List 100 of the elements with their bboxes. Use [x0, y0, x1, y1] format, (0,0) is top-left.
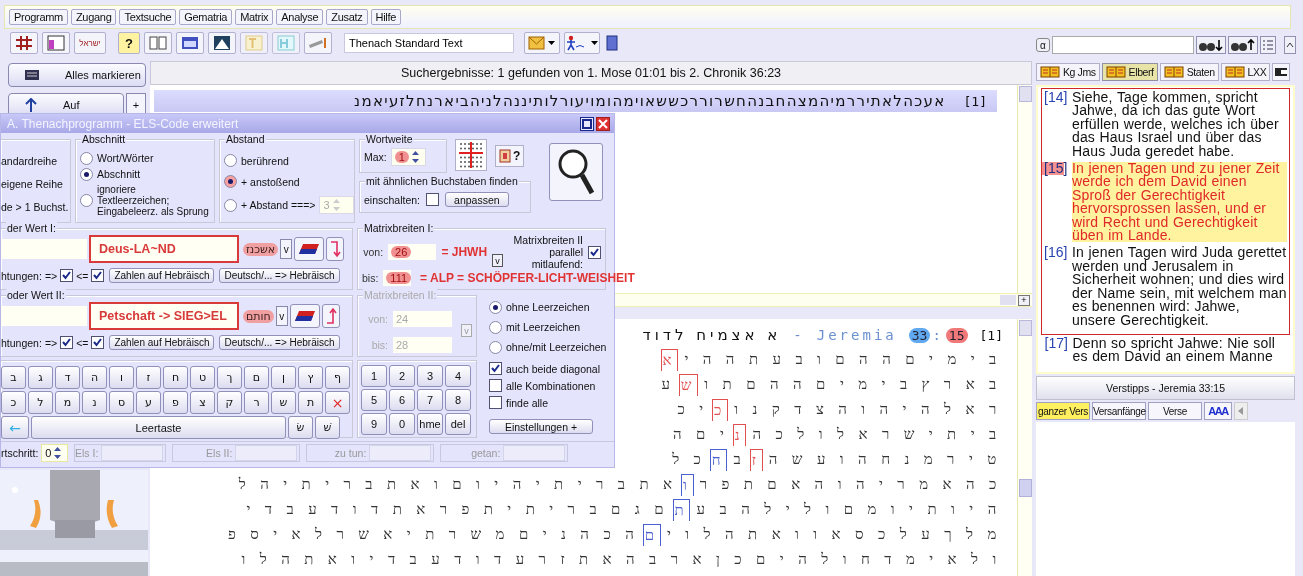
adjust-button[interactable]: anpassen	[445, 192, 509, 207]
order-option[interactable]: de > 1 Buchst.	[1, 200, 66, 213]
radio-button[interactable]	[224, 154, 237, 167]
key-button[interactable]: ס	[109, 391, 134, 414]
key-button[interactable]: שׂ	[288, 416, 313, 439]
key-button[interactable]: ז	[136, 366, 161, 389]
key-button[interactable]: ק	[217, 391, 242, 414]
person-dropdown-icon[interactable]	[564, 32, 600, 54]
menu-item[interactable]: Hilfe	[370, 9, 402, 25]
key-button[interactable]: ם	[244, 366, 269, 389]
arrow-up-icon[interactable]	[321, 304, 340, 328]
arrow-down-icon[interactable]	[326, 237, 345, 261]
convert-button[interactable]: Deutsch/... => Hebräisch	[219, 335, 340, 350]
radio-button[interactable]	[489, 320, 502, 334]
scrollbar[interactable]	[1000, 295, 1016, 305]
list-icon[interactable]	[1260, 36, 1276, 54]
find-up-icon[interactable]	[1228, 36, 1258, 54]
number-key[interactable]: 6	[389, 389, 415, 411]
checkbox[interactable]	[588, 245, 601, 259]
checkbox[interactable]	[60, 269, 74, 282]
text-source-field[interactable]: Thenach Standard Text	[344, 33, 514, 53]
window-icon[interactable]	[42, 32, 70, 54]
telescope-icon[interactable]	[304, 32, 332, 54]
search-field[interactable]	[1052, 36, 1194, 54]
tip-button[interactable]: Verse	[1148, 402, 1202, 420]
settings-button[interactable]: Einstellungen +	[489, 419, 593, 434]
maximize-button[interactable]	[580, 116, 594, 131]
eraser-icon[interactable]	[289, 304, 320, 328]
checkbox[interactable]	[489, 362, 502, 375]
number-key[interactable]: 3	[417, 365, 443, 387]
convert-button[interactable]: Zahlen auf Hebräisch	[109, 268, 215, 283]
radio-button[interactable]	[80, 193, 93, 207]
checkbox[interactable]	[489, 379, 502, 392]
menu-item[interactable]: Programm	[9, 9, 68, 25]
checkbox[interactable]	[489, 396, 502, 409]
key-button[interactable]: ה	[82, 366, 107, 389]
to-field[interactable]: 111	[383, 270, 412, 286]
key-button[interactable]: שׁ	[315, 416, 340, 439]
radio-button[interactable]	[224, 175, 237, 188]
key-button[interactable]: ב	[1, 366, 26, 389]
number-key[interactable]: 1	[361, 365, 387, 387]
from-field[interactable]: 26	[388, 244, 437, 260]
number-key[interactable]: 0	[389, 413, 415, 435]
collapse-icon[interactable]	[1284, 36, 1296, 54]
radio-button[interactable]	[489, 340, 502, 354]
close-button[interactable]	[596, 116, 610, 131]
bible-tab[interactable]: Elberf	[1101, 63, 1158, 81]
mail-dropdown-icon[interactable]	[524, 32, 560, 54]
key-button[interactable]: ג	[28, 366, 53, 389]
grid-tool-icon[interactable]	[10, 32, 38, 54]
bible-tab[interactable]: Staten	[1159, 63, 1219, 81]
number-key[interactable]: del	[445, 413, 471, 435]
value-field[interactable]	[1, 239, 87, 259]
radio-button[interactable]	[80, 167, 93, 181]
alpha-button[interactable]: α	[1036, 38, 1050, 52]
hebrew-button[interactable]: ישראל	[74, 32, 106, 54]
checkbox[interactable]	[91, 336, 105, 349]
key-button[interactable]: ך	[217, 366, 242, 389]
order-option[interactable]: eigene Reihe	[1, 178, 66, 190]
convert-button[interactable]: Deutsch/... => Hebräisch	[219, 268, 340, 283]
dropdown-button[interactable]: v	[280, 239, 293, 259]
bible-tab[interactable]: LXX	[1220, 63, 1271, 81]
key-button[interactable]: פ	[163, 391, 188, 414]
select-all-button[interactable]: Alles markieren	[8, 63, 146, 87]
checkbox[interactable]	[91, 269, 105, 282]
key-button[interactable]: ט	[190, 366, 215, 389]
key-button[interactable]: ר	[244, 391, 269, 414]
expand-button[interactable]: +	[1018, 294, 1030, 306]
tip-button[interactable]: ganzer Vers	[1036, 402, 1090, 420]
number-key[interactable]: hme	[417, 413, 443, 435]
radio-button[interactable]	[224, 198, 237, 212]
key-button[interactable]: ש	[271, 391, 296, 414]
search-button[interactable]	[549, 143, 603, 201]
matrix-grid-icon[interactable]	[455, 139, 487, 171]
number-key[interactable]: 2	[389, 365, 415, 387]
number-key[interactable]: 4	[445, 365, 471, 387]
menu-item[interactable]: Gematria	[179, 9, 233, 25]
menu-item[interactable]: Matrix	[235, 9, 274, 25]
tip-button[interactable]: Versanfänge	[1092, 402, 1146, 420]
checkbox[interactable]	[60, 336, 74, 349]
key-button[interactable]: ף	[325, 366, 350, 389]
menu-item[interactable]: Zugang	[70, 9, 117, 25]
step-spinner[interactable]: 0	[41, 444, 69, 462]
dropdown-button[interactable]: v	[275, 306, 288, 326]
order-option[interactable]: andardreihe	[1, 155, 66, 168]
max-spinner[interactable]: 1	[390, 148, 426, 166]
key-button[interactable]: ×	[325, 391, 350, 414]
help-button[interactable]: ?	[118, 32, 140, 54]
radio-button[interactable]	[80, 151, 93, 165]
checkbox[interactable]	[426, 193, 440, 206]
number-key[interactable]: 9	[361, 413, 387, 435]
convert-button[interactable]: Zahlen auf Hebräisch	[109, 335, 215, 350]
value-field[interactable]	[1, 306, 87, 326]
key-button[interactable]: מ	[55, 391, 80, 414]
key-button[interactable]: ע	[136, 391, 161, 414]
font-size-button[interactable]: AAA	[1204, 402, 1232, 420]
key-button[interactable]: ח	[163, 366, 188, 389]
key-button[interactable]: ת	[298, 391, 323, 414]
menu-item[interactable]: Textsuche	[119, 9, 177, 25]
book-icon[interactable]	[604, 32, 620, 54]
